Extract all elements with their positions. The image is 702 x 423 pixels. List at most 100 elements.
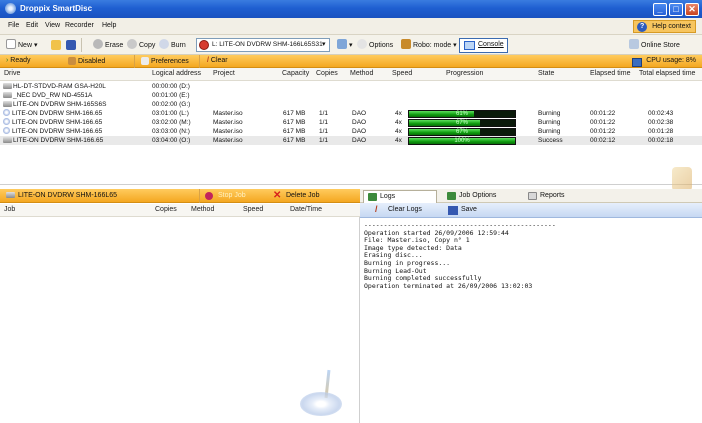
- cpu-usage: CPU usage: 8%: [632, 57, 696, 67]
- drive-icon: [3, 101, 12, 107]
- maximize-button[interactable]: □: [669, 3, 683, 16]
- copy-button[interactable]: Copy: [127, 39, 155, 52]
- preferences-button[interactable]: Preferences: [141, 57, 189, 65]
- save-disk-icon: [448, 206, 458, 215]
- column-header[interactable]: State: [538, 70, 554, 77]
- minimize-button[interactable]: _: [653, 3, 667, 16]
- column-header[interactable]: Elapsed time: [590, 70, 630, 77]
- menu-file[interactable]: File: [8, 22, 19, 29]
- brush-icon: /: [375, 204, 378, 214]
- drive-row[interactable]: LITE-ON DVDRW SHM-166.65 03:01:00 (L:) Mas…: [0, 109, 702, 118]
- cell-project: Master.iso: [213, 137, 243, 144]
- drive-row[interactable]: LITE-ON DVDRW SHM-166.65 03:03:00 (N:) Mas…: [0, 127, 702, 136]
- drive-row[interactable]: _NEC DVD_RW ND-4551A 00:01:00 (E:): [0, 91, 702, 100]
- cell-copies: 1/1: [319, 119, 329, 126]
- column-header[interactable]: Logical address: [152, 70, 201, 77]
- column-header[interactable]: Drive: [4, 70, 20, 77]
- extra-tool-button[interactable]: ▾: [337, 39, 353, 52]
- jobs-list[interactable]: [0, 217, 360, 423]
- column-header[interactable]: Copies: [316, 70, 338, 77]
- menu-edit[interactable]: Edit: [26, 22, 38, 29]
- save-disk-icon[interactable]: [66, 40, 76, 50]
- online-store-button[interactable]: Online Store: [629, 39, 680, 52]
- clear-logs-button[interactable]: / Clear Logs: [375, 204, 422, 214]
- cell-address: 03:04:00 (O:): [152, 137, 191, 144]
- new-button[interactable]: New ▾: [6, 39, 37, 52]
- drive-row[interactable]: LITE-ON DVDRW SHM-165S6S 00:02:00 (G:): [0, 100, 702, 109]
- robo-mode-button[interactable]: Robo: mode ▾: [401, 39, 457, 52]
- progress-bar: 67%: [408, 128, 516, 136]
- drives-table: Drive Logical address Project Capacity C…: [0, 68, 702, 226]
- drive-label: LITE-ON DVDRW SHM-166.65: [12, 119, 103, 126]
- column-header[interactable]: Copies: [155, 206, 177, 213]
- cell-project: Master.iso: [213, 128, 243, 135]
- cell-capacity: 617 MB: [283, 128, 306, 135]
- burn-button[interactable]: Burn: [159, 39, 186, 52]
- progress-bar: 67%: [408, 119, 516, 127]
- tab-job-options[interactable]: Job Options: [443, 190, 502, 203]
- drive-row[interactable]: HL-DT-STDVD-RAM GSA-H20L 00:00:00 (D:): [0, 82, 702, 91]
- menu-bar: File Edit View Recorder Help ? Help cont…: [0, 18, 702, 35]
- stop-job-button[interactable]: Stop Job: [218, 192, 246, 199]
- column-header[interactable]: Speed: [392, 70, 412, 77]
- column-header[interactable]: Speed: [243, 206, 263, 213]
- tab-reports[interactable]: Reports: [524, 190, 571, 203]
- cell-method: DAO: [352, 110, 367, 117]
- console-button[interactable]: Console: [459, 38, 508, 53]
- cell-capacity: 617 MB: [283, 137, 306, 144]
- menu-help[interactable]: Help: [102, 22, 116, 29]
- column-header[interactable]: Method: [350, 70, 373, 77]
- column-header[interactable]: Method: [191, 206, 214, 213]
- report-icon: [528, 192, 537, 200]
- robot-icon: [68, 57, 76, 65]
- disabled-status[interactable]: Disabled: [68, 57, 105, 65]
- column-header[interactable]: Total elapsed time: [639, 70, 695, 77]
- drive-name: _NEC DVD_RW ND-4551A: [3, 91, 92, 100]
- ready-status[interactable]: › Ready: [6, 57, 31, 64]
- cell-total: 00:01:28: [648, 128, 674, 135]
- menu-view[interactable]: View: [45, 22, 60, 29]
- cell-speed: 4x: [395, 110, 402, 117]
- log-output[interactable]: ----------------------------------------…: [360, 218, 702, 423]
- column-header[interactable]: Progression: [446, 70, 483, 77]
- menu-recorder[interactable]: Recorder: [65, 22, 94, 29]
- drive-icon: [6, 192, 15, 198]
- options-button[interactable]: Options: [357, 39, 393, 52]
- open-folder-icon[interactable]: [51, 40, 61, 50]
- column-header[interactable]: Date/Time: [290, 206, 322, 213]
- column-header[interactable]: Capacity: [282, 70, 309, 77]
- cd-disc-icon: [300, 392, 342, 416]
- tab-logs[interactable]: Logs: [363, 190, 437, 203]
- cell-elapsed: 00:02:12: [590, 137, 616, 144]
- clear-button[interactable]: / Clear: [207, 57, 228, 64]
- drive-icon: [3, 92, 12, 98]
- column-header[interactable]: Job: [4, 206, 15, 213]
- delete-job-button[interactable]: Delete Job: [286, 192, 319, 199]
- erase-icon: [93, 39, 103, 49]
- cell-address: 03:02:00 (M:): [152, 119, 191, 126]
- disc-icon: [3, 118, 10, 125]
- chevron-down-icon[interactable]: ▾: [322, 40, 326, 48]
- cell-state: Burning: [538, 119, 561, 126]
- status-bar: › Ready Disabled Preferences / Clear CPU…: [0, 55, 702, 68]
- drive-name: LITE-ON DVDRW SHM-166.65: [3, 136, 103, 145]
- device-select[interactable]: L: LITE-ON DVDRW SHM-166L65S31: [196, 38, 330, 52]
- help-context-button[interactable]: ? Help context: [633, 20, 696, 33]
- job-options-icon: [447, 192, 456, 200]
- cell-copies: 1/1: [319, 137, 329, 144]
- close-button[interactable]: ✕: [685, 3, 699, 16]
- drive-row[interactable]: LITE-ON DVDRW SHM-166.65 03:02:00 (M:) Mas…: [0, 118, 702, 127]
- brush-icon: /: [207, 57, 209, 64]
- jobs-table-header: Job Copies Method Speed Date/Time: [0, 204, 360, 217]
- erase-button[interactable]: Erase: [93, 39, 123, 52]
- options-icon: [357, 39, 367, 49]
- drive-label: LITE-ON DVDRW SHM-166.65: [13, 137, 104, 144]
- save-log-button[interactable]: Save: [448, 206, 477, 215]
- console-label: Console: [478, 41, 504, 48]
- cell-address: 00:01:00 (E:): [152, 92, 190, 99]
- column-header[interactable]: Project: [213, 70, 235, 77]
- drive-row[interactable]: LITE-ON DVDRW SHM-166.65 03:04:00 (O:) Mas…: [0, 136, 702, 145]
- drive-label: LITE-ON DVDRW SHM-165S6S: [13, 101, 107, 108]
- arrow-right-icon: ›: [6, 57, 9, 64]
- disc-icon: [3, 127, 10, 134]
